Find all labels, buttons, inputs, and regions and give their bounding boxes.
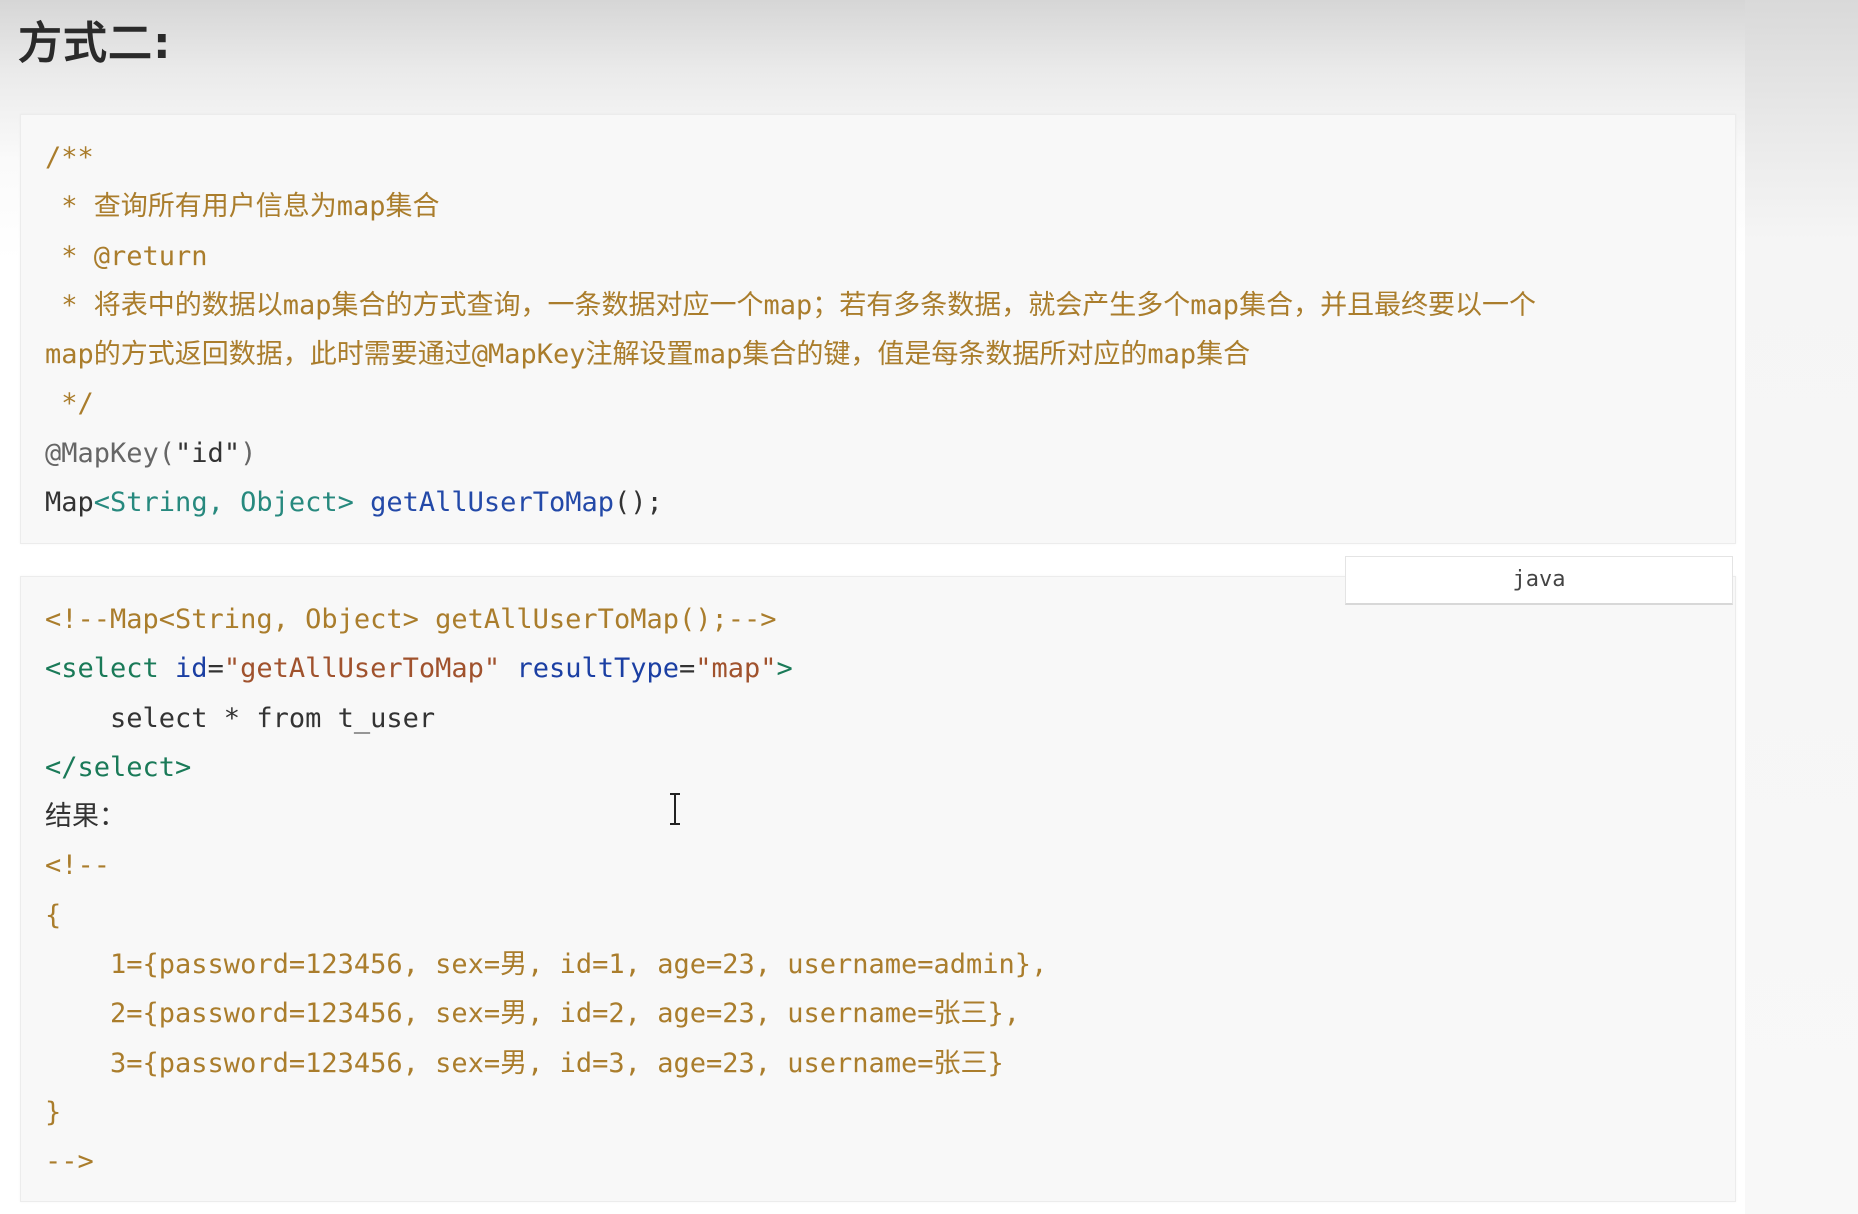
code-line: /** xyxy=(45,133,1536,182)
code-token: 结果： xyxy=(45,801,126,833)
xml-code-block[interactable]: <!--Map<String, Object> getAllUserToMap(… xyxy=(20,576,1736,1202)
java-code: /** * 查询所有用户信息为map集合 * @return * 将表中的数据以… xyxy=(45,133,1536,527)
code-token: "getAllUserToMap" xyxy=(223,653,501,685)
code-token: </select> xyxy=(45,751,192,783)
code-line: select * from t_user xyxy=(45,694,1047,743)
code-token: --> xyxy=(45,1146,94,1178)
code-token: ) xyxy=(240,437,257,469)
xml-code: <!--Map<String, Object> getAllUserToMap(… xyxy=(45,595,1047,1187)
code-token: * 将表中的数据以map集合的方式查询，一条数据对应一个map；若有多条数据，就… xyxy=(45,289,1537,321)
code-token: */ xyxy=(45,388,94,420)
code-line: --> xyxy=(45,1137,1047,1186)
code-line: 结果： xyxy=(45,792,1047,841)
code-token: * 查询所有用户信息为map集合 xyxy=(45,191,440,223)
code-line: */ xyxy=(45,379,1536,428)
code-token: "id" xyxy=(175,437,241,469)
code-token: <select xyxy=(45,653,176,685)
code-token: 2={password=123456, sex=男, id=2, age=23,… xyxy=(45,998,1021,1030)
code-token: = xyxy=(679,653,696,685)
code-language-label[interactable]: java xyxy=(1345,556,1733,605)
code-token: @MapKey( xyxy=(45,437,176,469)
code-token: <!-- xyxy=(45,850,111,882)
code-token: <!--Map<String, Object> getAllUserToMap(… xyxy=(45,604,777,635)
code-token: 1={password=123456, sex=男, id=1, age=23,… xyxy=(45,949,1048,981)
code-token: Map xyxy=(45,487,94,519)
code-line: } xyxy=(45,1088,1047,1137)
code-line: * @return xyxy=(45,232,1536,281)
code-line: { xyxy=(45,891,1047,940)
code-line: * 将表中的数据以map集合的方式查询，一条数据对应一个map；若有多条数据，就… xyxy=(45,281,1536,330)
java-code-block[interactable]: /** * 查询所有用户信息为map集合 * @return * 将表中的数据以… xyxy=(20,114,1736,544)
code-token: getAllUserToMap xyxy=(370,487,614,519)
code-token: select * from t_user xyxy=(45,702,436,734)
code-line: </select> xyxy=(45,743,1047,792)
code-token: = xyxy=(207,653,224,685)
code-token: "map" xyxy=(695,653,777,685)
code-token: { xyxy=(45,899,62,931)
code-line: * 查询所有用户信息为map集合 xyxy=(45,182,1536,231)
code-line: @MapKey("id") xyxy=(45,429,1536,478)
code-token: map的方式返回数据，此时需要通过@MapKey注解设置map集合的键，值是每条… xyxy=(45,339,1251,371)
code-line: 2={password=123456, sex=男, id=2, age=23,… xyxy=(45,989,1047,1038)
code-token: id xyxy=(175,653,208,685)
code-token: <String, Object> xyxy=(93,487,354,519)
code-token: (); xyxy=(613,487,663,519)
text-cursor-icon xyxy=(670,793,680,825)
code-token: 3={password=123456, sex=男, id=3, age=23,… xyxy=(45,1047,1004,1079)
code-line: 3={password=123456, sex=男, id=3, age=23,… xyxy=(45,1039,1047,1088)
code-line: map的方式返回数据，此时需要通过@MapKey注解设置map集合的键，值是每条… xyxy=(45,330,1536,379)
code-token: } xyxy=(45,1096,62,1128)
code-token: * @return xyxy=(45,240,208,272)
code-token: > xyxy=(776,653,793,685)
code-line: Map<String, Object> getAllUserToMap(); xyxy=(45,478,1536,527)
section-heading: 方式二: xyxy=(18,18,172,69)
code-line: <!-- xyxy=(45,841,1047,890)
page-right-margin xyxy=(1745,0,1858,1214)
code-line: <select id="getAllUserToMap" resultType=… xyxy=(45,644,1047,693)
code-line: <!--Map<String, Object> getAllUserToMap(… xyxy=(45,595,1047,644)
code-token: resultType xyxy=(516,653,679,685)
code-token: /** xyxy=(45,142,94,173)
code-line: 1={password=123456, sex=男, id=1, age=23,… xyxy=(45,940,1047,989)
